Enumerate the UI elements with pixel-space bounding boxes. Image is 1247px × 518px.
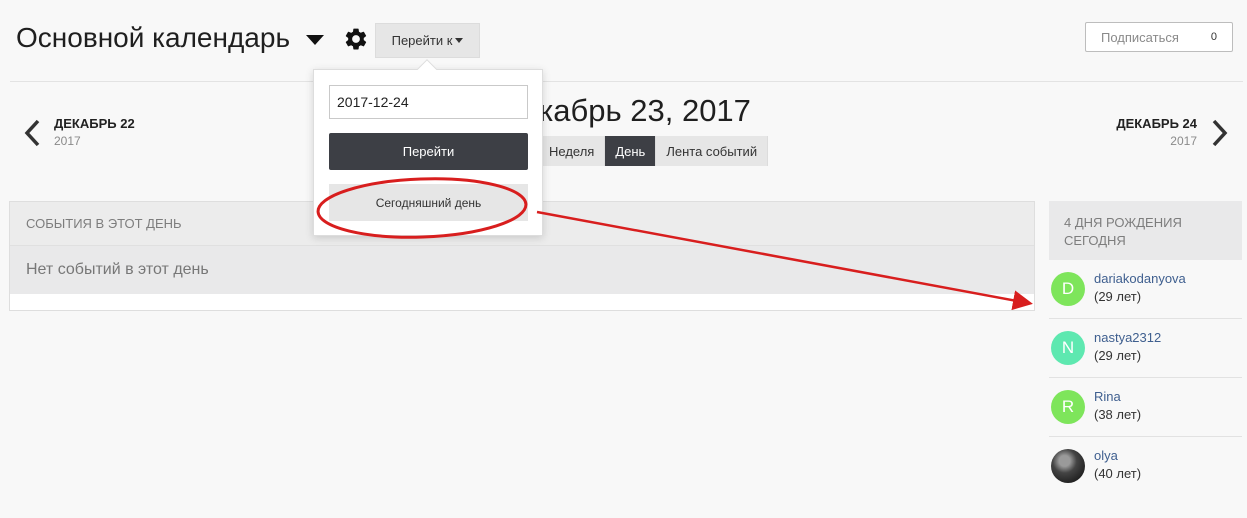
birthday-item: R Rina (38 лет) xyxy=(1049,378,1242,437)
birthday-age: (29 лет) xyxy=(1094,289,1142,304)
chevron-left-icon[interactable] xyxy=(22,118,44,148)
calendar-select-caret-icon[interactable] xyxy=(306,35,324,45)
calendar-title: Основной календарь xyxy=(16,22,291,53)
header-divider xyxy=(10,81,1243,82)
day-title: кабрь 23, 2017 xyxy=(539,93,751,128)
birthday-name[interactable]: Rina xyxy=(1094,389,1121,404)
subscribe-count: 0 xyxy=(1210,31,1217,43)
next-day-link[interactable]: ДЕКАБРЬ 24 xyxy=(1116,116,1197,131)
avatar[interactable]: N xyxy=(1051,331,1085,365)
events-empty-text: Нет событий в этот день xyxy=(10,245,1034,294)
goto-dropdown: Перейти Сегодняшний день xyxy=(313,59,543,236)
tab-week[interactable]: Неделя xyxy=(539,136,606,166)
birthday-name[interactable]: dariakodanyova xyxy=(1094,271,1186,286)
today-button[interactable]: Сегодняшний день xyxy=(329,184,528,221)
goto-label: Перейти к xyxy=(391,33,453,48)
birthday-age: (40 лет) xyxy=(1094,466,1142,481)
subscribe-label: Подписаться xyxy=(1101,30,1179,45)
birthday-item: N nastya2312 (29 лет) xyxy=(1049,319,1242,378)
tab-day[interactable]: День xyxy=(605,136,657,166)
view-tabs: Неделя День Лента событий xyxy=(539,136,769,166)
avatar-photo[interactable] xyxy=(1051,449,1085,483)
birthday-item: olya (40 лет) xyxy=(1049,437,1242,496)
birthday-item: D dariakodanyova (29 лет) xyxy=(1049,260,1242,319)
birthday-age: (38 лет) xyxy=(1094,407,1142,422)
chevron-right-icon[interactable] xyxy=(1208,118,1230,148)
birthdays-heading: 4 дня рождения сегодня xyxy=(1049,201,1242,260)
prev-day-year: 2017 xyxy=(54,134,81,148)
dropdown-arrow xyxy=(417,59,437,79)
chevron-down-icon xyxy=(455,38,464,43)
gear-icon[interactable] xyxy=(343,26,369,52)
goto-button[interactable]: Перейти к xyxy=(375,23,480,58)
avatar[interactable]: R xyxy=(1051,390,1085,424)
next-day-year: 2017 xyxy=(1170,134,1197,148)
prev-day-link[interactable]: ДЕКАБРЬ 22 xyxy=(54,116,135,131)
avatar[interactable]: D xyxy=(1051,272,1085,306)
birthdays-panel: 4 дня рождения сегодня D dariakodanyova … xyxy=(1049,201,1242,496)
date-input[interactable] xyxy=(329,85,528,119)
birthday-name[interactable]: olya xyxy=(1094,448,1118,463)
subscribe-button[interactable]: Подписаться 0 xyxy=(1085,22,1233,52)
birthday-name[interactable]: nastya2312 xyxy=(1094,330,1161,345)
birthday-age: (29 лет) xyxy=(1094,348,1142,363)
go-button[interactable]: Перейти xyxy=(329,133,528,170)
tab-stream[interactable]: Лента событий xyxy=(656,136,769,166)
